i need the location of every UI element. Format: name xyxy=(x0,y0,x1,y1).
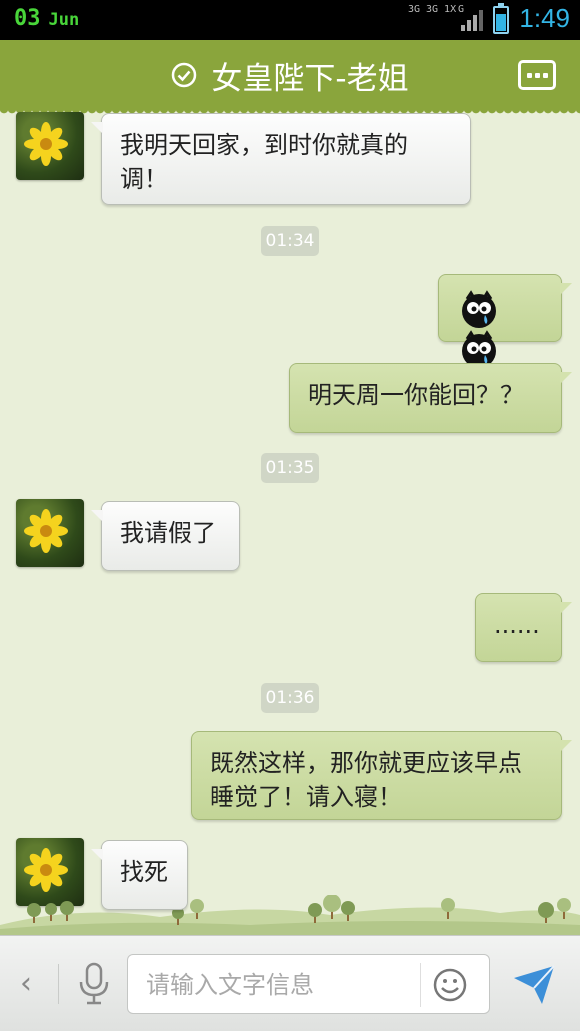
title-bar: 女皇陛下-老姐 xyxy=(0,40,580,116)
flower-icon xyxy=(24,122,68,166)
network-3g1x-icon: 3G 1X xyxy=(426,4,457,15)
message-input[interactable] xyxy=(146,963,416,1007)
message-bubble-outgoing[interactable]: ...... xyxy=(475,593,572,662)
battery-icon xyxy=(493,3,509,34)
divider xyxy=(58,964,59,1004)
send-icon[interactable] xyxy=(512,962,556,1006)
back-chevron-button[interactable]: ‹ xyxy=(20,966,40,1002)
message-bubble-outgoing[interactable]: 明天周一你能回？？ xyxy=(289,363,572,433)
status-time: 1:49 xyxy=(519,3,570,33)
signal-icon xyxy=(461,10,483,31)
message-bubble-outgoing[interactable] xyxy=(438,274,572,368)
network-3g-icon: 3G xyxy=(408,4,421,15)
contact-avatar[interactable] xyxy=(16,112,84,180)
message-bubble-incoming[interactable]: 找死 xyxy=(91,840,188,910)
status-date: 03 Jun xyxy=(14,6,79,31)
message-bubble-outgoing[interactable]: 既然这样，那你就更应该早点睡觉了！请入寝！ xyxy=(191,731,572,820)
crying-face-emoji-icon xyxy=(462,290,496,328)
timestamp: 01:35 xyxy=(261,453,319,483)
message-bubble-incoming[interactable]: 我明天回家，到时你就真的调！ xyxy=(91,113,471,205)
more-menu-button[interactable] xyxy=(518,60,556,90)
flower-icon xyxy=(24,509,68,553)
status-month: Jun xyxy=(48,10,80,30)
status-day: 03 xyxy=(14,6,41,31)
scenery-decoration xyxy=(0,895,580,935)
contact-avatar[interactable] xyxy=(16,499,84,567)
chat-title: 女皇陛下-老姐 xyxy=(211,60,409,97)
microphone-icon[interactable] xyxy=(78,962,110,1006)
check-circle-icon xyxy=(172,62,197,88)
message-bubble-incoming[interactable]: 我请假了 xyxy=(91,501,240,571)
status-bar: 03 Jun 3G 3G 1X G 1:49 xyxy=(0,0,580,40)
timestamp: 01:34 xyxy=(261,226,319,256)
timestamp: 01:36 xyxy=(261,683,319,713)
smiley-icon[interactable] xyxy=(432,967,468,1003)
input-divider xyxy=(420,963,421,1007)
composer-bar: ‹ xyxy=(0,935,580,1031)
message-input-box[interactable] xyxy=(127,954,490,1014)
